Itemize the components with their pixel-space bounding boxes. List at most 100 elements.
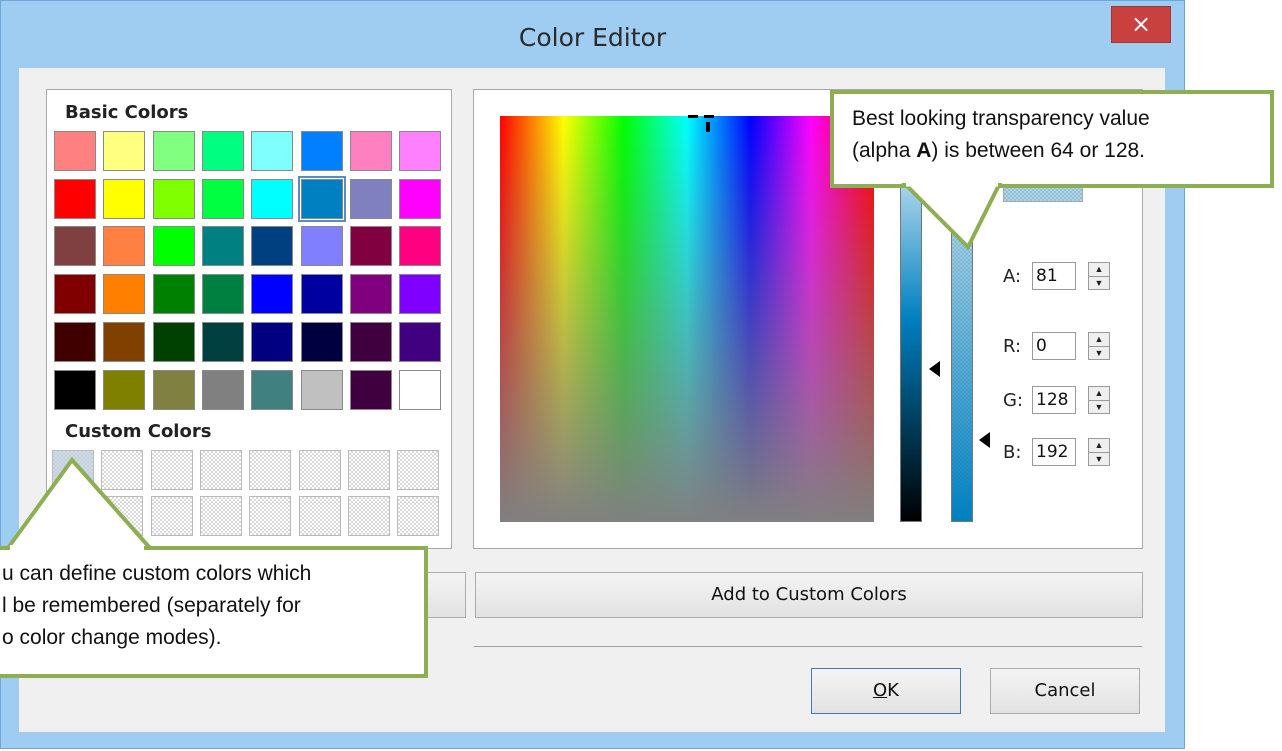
basic-color-swatch[interactable] xyxy=(152,274,195,315)
custom-color-slot[interactable] xyxy=(347,450,390,490)
basic-color-swatch[interactable] xyxy=(251,274,294,315)
window-title: Color Editor xyxy=(518,23,667,52)
basic-color-swatch[interactable] xyxy=(399,178,442,219)
custom-color-slot[interactable] xyxy=(199,496,242,536)
spin-down-icon[interactable]: ▼ xyxy=(1089,347,1109,360)
basic-color-swatch[interactable] xyxy=(152,321,195,362)
custom-color-slot[interactable] xyxy=(397,450,440,490)
spectrum-crosshair-icon xyxy=(688,115,714,132)
basic-color-swatch[interactable] xyxy=(54,321,96,362)
blue-input[interactable]: 192 xyxy=(1032,438,1076,466)
basic-color-swatch[interactable] xyxy=(103,131,146,171)
custom-color-slot[interactable] xyxy=(298,496,341,536)
basic-color-swatch[interactable] xyxy=(103,226,146,267)
spin-up-icon[interactable]: ▲ xyxy=(1089,333,1109,347)
add-to-custom-colors-button[interactable]: Add to Custom Colors xyxy=(475,572,1143,618)
basic-color-swatch[interactable] xyxy=(349,178,392,219)
basic-color-swatch[interactable] xyxy=(54,131,96,171)
ok-label: K xyxy=(887,680,899,701)
basic-color-swatch[interactable] xyxy=(349,369,392,410)
blue-spinner[interactable]: ▲ ▼ xyxy=(1088,438,1110,466)
basic-color-swatch[interactable] xyxy=(201,321,244,362)
basic-color-swatch[interactable] xyxy=(251,178,294,219)
basic-color-swatch[interactable] xyxy=(201,178,244,219)
alpha-input[interactable]: 81 xyxy=(1032,262,1076,290)
green-spinner[interactable]: ▲ ▼ xyxy=(1088,386,1110,414)
basic-color-swatch[interactable] xyxy=(54,369,96,410)
custom-colors-tip-callout: u can define custom colors which l be re… xyxy=(0,546,428,678)
basic-color-swatch[interactable] xyxy=(251,226,294,267)
basic-color-swatch[interactable] xyxy=(201,131,244,171)
basic-color-swatch[interactable] xyxy=(251,321,294,362)
close-button[interactable]: × xyxy=(1111,6,1171,43)
basic-color-swatch[interactable] xyxy=(103,178,146,219)
tip-line-2: l be remembered (separately for xyxy=(2,594,301,617)
alpha-pointer-icon[interactable] xyxy=(979,432,990,448)
basic-colors-heading: Basic Colors xyxy=(65,102,189,123)
basic-color-swatch[interactable] xyxy=(300,131,343,171)
custom-color-slot[interactable] xyxy=(199,450,242,490)
tip-bold: A xyxy=(916,139,932,162)
custom-colors-heading: Custom Colors xyxy=(65,421,212,442)
custom-color-slot[interactable] xyxy=(298,450,341,490)
red-label: R: xyxy=(1003,336,1022,357)
hue-saturation-spectrum[interactable] xyxy=(500,116,874,522)
tip-line-1: u can define custom colors which xyxy=(2,562,312,585)
basic-color-swatch[interactable] xyxy=(300,226,343,267)
ok-button[interactable]: OK xyxy=(811,668,961,714)
basic-color-swatch[interactable] xyxy=(54,274,96,315)
spin-up-icon[interactable]: ▲ xyxy=(1089,439,1109,453)
spin-up-icon[interactable]: ▲ xyxy=(1089,263,1109,277)
red-spinner[interactable]: ▲ ▼ xyxy=(1088,332,1110,360)
callout-pointer-right xyxy=(901,183,1003,251)
red-input[interactable]: 0 xyxy=(1032,332,1076,360)
basic-color-swatch[interactable] xyxy=(103,321,146,362)
basic-color-swatch[interactable] xyxy=(349,321,392,362)
basic-color-swatch[interactable] xyxy=(399,226,442,267)
spin-up-icon[interactable]: ▲ xyxy=(1089,387,1109,401)
tip-line-1: Best looking transparency value xyxy=(852,107,1150,130)
spin-down-icon[interactable]: ▼ xyxy=(1089,277,1109,290)
basic-color-swatch[interactable] xyxy=(300,321,343,362)
basic-color-swatch[interactable] xyxy=(399,321,442,362)
basic-color-swatch[interactable] xyxy=(201,226,244,267)
basic-color-swatch[interactable] xyxy=(103,369,146,410)
cancel-button[interactable]: Cancel xyxy=(990,668,1140,714)
custom-color-slot[interactable] xyxy=(249,450,292,490)
basic-color-swatch[interactable] xyxy=(399,274,442,315)
green-label: G: xyxy=(1003,390,1024,411)
basic-color-swatch[interactable] xyxy=(152,178,195,219)
basic-color-swatch[interactable] xyxy=(399,131,442,171)
basic-color-swatch[interactable] xyxy=(399,369,442,410)
basic-color-swatch[interactable] xyxy=(349,274,392,315)
basic-color-swatch[interactable] xyxy=(201,369,244,410)
basic-color-swatch[interactable] xyxy=(152,369,195,410)
alpha-spinner[interactable]: ▲ ▼ xyxy=(1088,262,1110,290)
spin-down-icon[interactable]: ▼ xyxy=(1089,401,1109,414)
basic-color-swatch[interactable] xyxy=(300,274,343,315)
basic-color-swatch[interactable] xyxy=(54,178,96,219)
basic-color-swatch[interactable] xyxy=(251,369,294,410)
basic-color-swatch[interactable] xyxy=(349,226,392,267)
basic-color-swatch[interactable] xyxy=(251,131,294,171)
transparency-tip-callout: Best looking transparency value (alpha A… xyxy=(830,90,1274,188)
basic-color-swatch[interactable] xyxy=(300,369,343,410)
custom-color-slot[interactable] xyxy=(347,496,390,536)
custom-color-slot[interactable] xyxy=(249,496,292,536)
custom-color-slot[interactable] xyxy=(397,496,440,536)
alpha-label: A: xyxy=(1003,266,1022,287)
spin-down-icon[interactable]: ▼ xyxy=(1089,453,1109,466)
green-input[interactable]: 128 xyxy=(1032,386,1076,414)
basic-color-swatch[interactable] xyxy=(54,226,96,267)
basic-color-swatch[interactable] xyxy=(201,274,244,315)
luminance-pointer-icon[interactable] xyxy=(929,361,940,377)
basic-color-swatch[interactable] xyxy=(297,175,346,222)
basic-color-swatch[interactable] xyxy=(152,226,195,267)
tip-text: ) is between 64 or 128. xyxy=(931,139,1146,162)
basic-color-swatch[interactable] xyxy=(152,131,195,171)
ok-mnemonic: O xyxy=(873,680,888,701)
tip-line-2: (alpha A) is between 64 or 128. xyxy=(852,135,1270,167)
basic-color-swatch[interactable] xyxy=(349,131,392,171)
callout-pointer-left xyxy=(4,456,155,550)
basic-color-swatch[interactable] xyxy=(103,274,146,315)
